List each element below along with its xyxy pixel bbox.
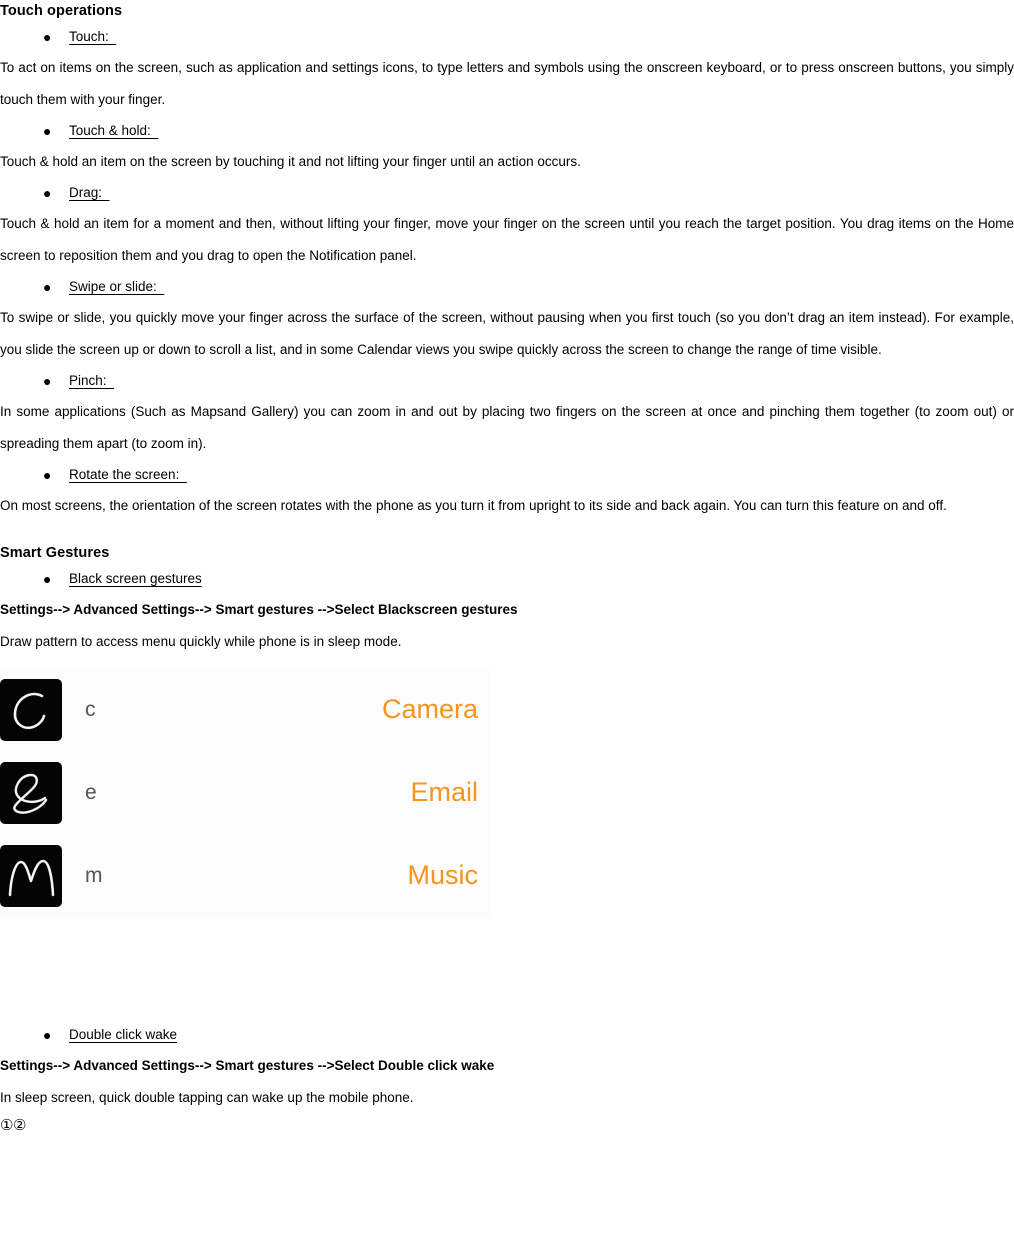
list-item-body: Touch & hold an item on the screen by to… (0, 154, 581, 169)
gesture-m-icon (0, 844, 62, 907)
footnote-marks: ①② (0, 1117, 26, 1134)
list-item-label: Pinch: (69, 373, 115, 388)
gesture-list-item[interactable]: e Email (0, 751, 490, 834)
bullet-icon: ● (43, 185, 52, 201)
list-item-body: Touch & hold an item for a moment and th… (0, 216, 1014, 263)
bullet-icon: ● (43, 1027, 52, 1043)
settings-path: Settings--> Advanced Settings--> Smart g… (0, 602, 518, 617)
gesture-list-item[interactable]: m Music (0, 834, 490, 917)
list-item-body: On most screens, the orientation of the … (0, 498, 947, 513)
list-item-body: Draw pattern to access menu quickly whil… (0, 634, 402, 649)
gesture-c-icon (0, 678, 62, 741)
list-item: ● Rotate the screen: (0, 460, 1014, 490)
list-item-body: To act on items on the screen, such as a… (0, 60, 1014, 107)
list-item: ● Touch: (0, 22, 1014, 52)
list-item: ● Pinch: (0, 366, 1014, 396)
list-item-label: Swipe or slide: (69, 279, 165, 294)
list-item-label: Drag: (69, 185, 110, 200)
bullet-icon: ● (43, 29, 52, 45)
list-item-label: Touch & hold: (69, 123, 159, 138)
list-item: ● Touch & hold: (0, 116, 1014, 146)
list-item-label: Black screen gestures (69, 571, 202, 586)
gesture-app-label: Music (407, 860, 478, 890)
list-item-label: Double click wake (69, 1027, 178, 1042)
list-item-body: In some applications (Such as Mapsand Ga… (0, 404, 1014, 451)
list-item: ● Black screen gestures (0, 564, 1014, 594)
list-item: ● Double click wake (0, 1020, 1014, 1050)
list-item-label: Rotate the screen: (69, 467, 187, 482)
gesture-e-icon (0, 761, 62, 824)
page-title: Touch operations (0, 3, 123, 19)
list-item: ● Swipe or slide: (0, 272, 1014, 302)
bullet-icon: ● (43, 123, 52, 139)
list-item-body: In sleep screen, quick double tapping ca… (0, 1090, 414, 1105)
document-page: Touch operations ● Touch: To act on item… (0, 0, 1014, 1241)
bullet-icon: ● (43, 467, 52, 483)
list-item-body: To swipe or slide, you quickly move your… (0, 310, 1014, 357)
list-item: ● Drag: (0, 178, 1014, 208)
settings-path: Settings--> Advanced Settings--> Smart g… (0, 1058, 495, 1073)
gesture-letter: c (85, 697, 96, 721)
bullet-icon: ● (43, 373, 52, 389)
gesture-app-label: Camera (381, 694, 478, 724)
panel-spacer (0, 658, 1014, 668)
bullet-icon: ● (43, 571, 52, 587)
list-item-label: Touch: (69, 29, 117, 44)
section-heading-smart-gestures: Smart Gestures (0, 545, 110, 561)
bullet-icon: ● (43, 279, 52, 295)
black-screen-gestures-screenshot: c Camera e Email m Music (0, 668, 490, 917)
gesture-letter: m (85, 863, 103, 887)
gesture-app-label: Email (410, 777, 478, 807)
gesture-letter: e (85, 780, 97, 804)
gesture-list-item[interactable]: c Camera (0, 668, 490, 751)
panel-bottom-spacer (0, 917, 1014, 1020)
